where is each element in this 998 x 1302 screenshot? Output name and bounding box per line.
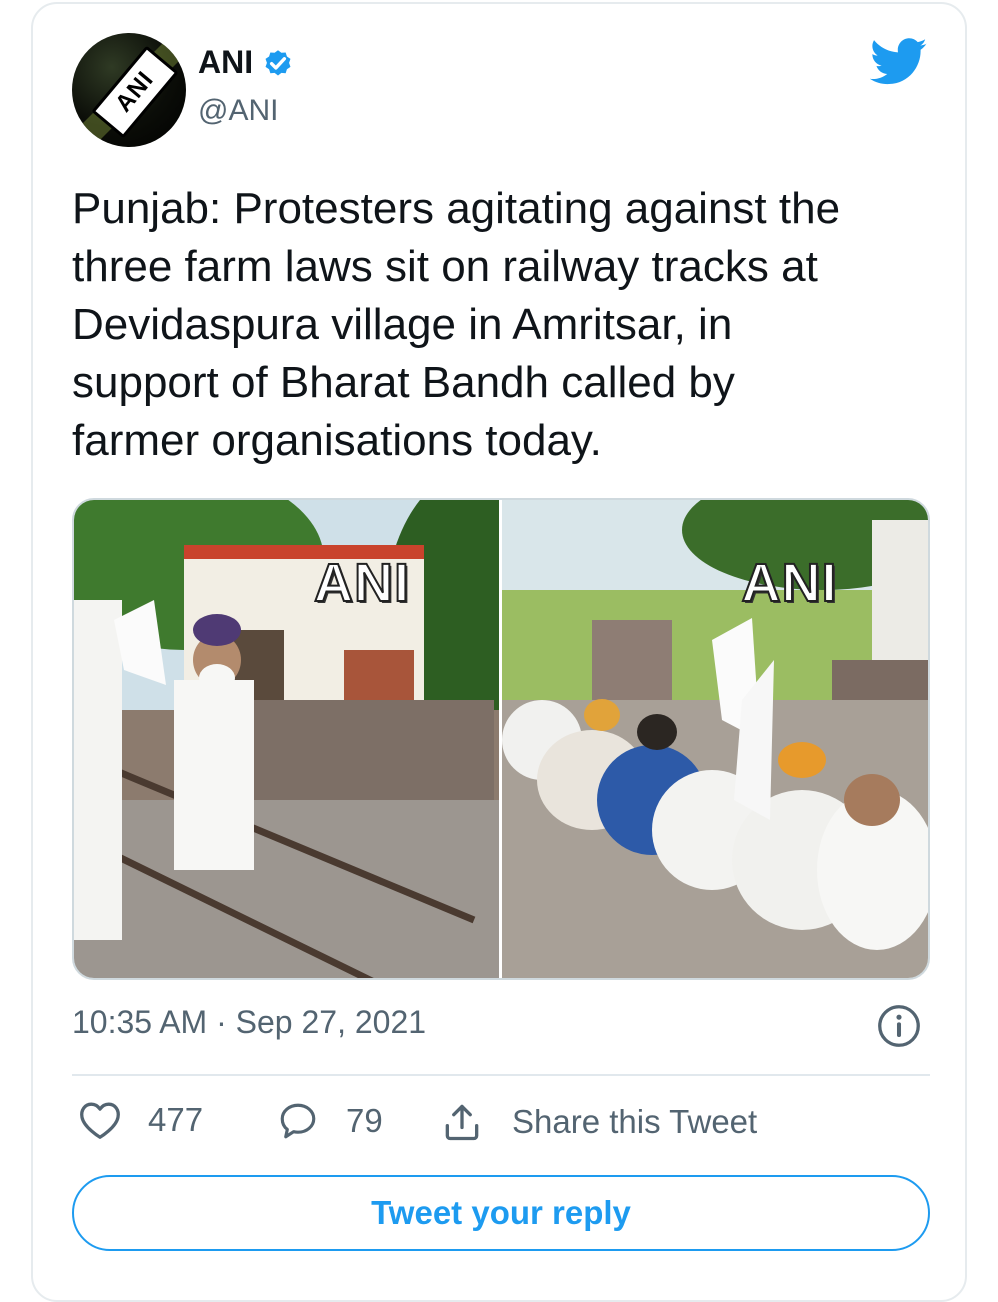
- reply-icon: [280, 1103, 316, 1139]
- info-icon[interactable]: [877, 1004, 921, 1048]
- share-button[interactable]: Share this Tweet: [440, 1100, 757, 1144]
- avatar[interactable]: ANI: [72, 33, 186, 147]
- share-label: Share this Tweet: [512, 1103, 758, 1140]
- author-handle[interactable]: @ANI: [198, 94, 278, 128]
- verified-badge-icon: [265, 49, 291, 75]
- watermark-left: ANI: [313, 552, 410, 614]
- like-button[interactable]: 477: [78, 1100, 203, 1140]
- watermark-right: ANI: [741, 552, 838, 614]
- like-count: 477: [148, 1101, 204, 1138]
- share-icon: [445, 1104, 479, 1141]
- heart-icon: [80, 1102, 120, 1139]
- protester-photo-left: [74, 500, 499, 978]
- reply-count: 79: [346, 1102, 383, 1139]
- tweet-media[interactable]: ANI ANI: [72, 498, 930, 980]
- photo-protester-standing[interactable]: ANI: [74, 500, 499, 978]
- tweet-text: Punjab: Protesters agitating against the…: [72, 184, 841, 465]
- tweet-timestamp[interactable]: 10:35 AM · Sep 27, 2021: [72, 1004, 426, 1041]
- author-name-row[interactable]: ANI: [198, 44, 295, 81]
- photo-protesters-sitting[interactable]: ANI: [501, 500, 928, 978]
- protester-photo-right: [501, 500, 928, 978]
- twitter-bird-icon[interactable]: [870, 38, 928, 86]
- reply-button[interactable]: 79: [276, 1100, 383, 1142]
- tweet-your-reply-button[interactable]: Tweet your reply: [72, 1175, 930, 1251]
- author-name[interactable]: ANI: [198, 44, 253, 81]
- divider: [72, 1074, 930, 1076]
